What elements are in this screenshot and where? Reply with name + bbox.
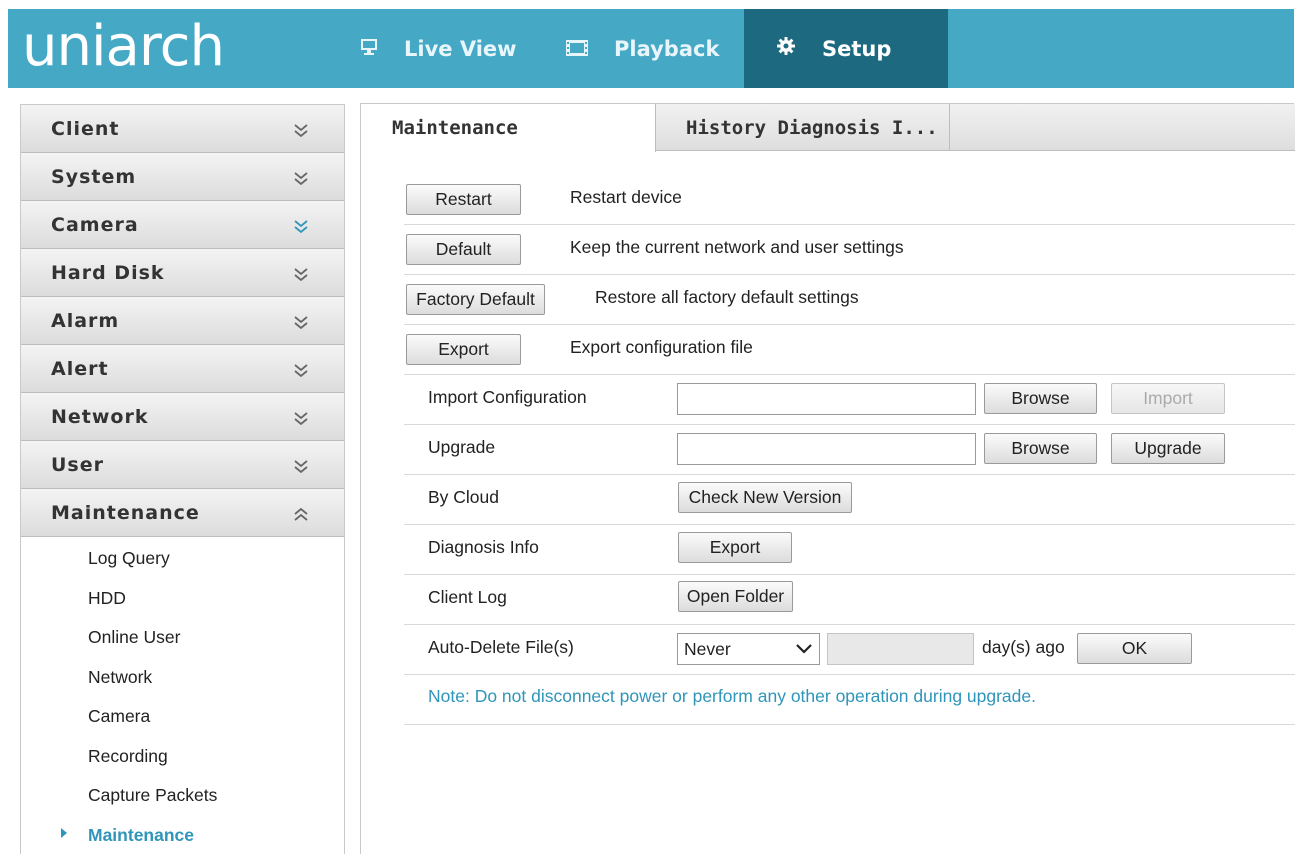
cloud-row: By Cloud Check New Version bbox=[404, 475, 1295, 525]
check-new-version-button[interactable]: Check New Version bbox=[678, 482, 852, 513]
sidebar-item-online-user[interactable]: Online User bbox=[21, 618, 344, 658]
tab-bar: Maintenance History Diagnosis I... bbox=[361, 104, 1295, 152]
tab-history-diagnosis[interactable]: History Diagnosis I... bbox=[656, 104, 950, 151]
sidebar-section-alert[interactable]: Alert bbox=[21, 345, 344, 393]
section-label: Client bbox=[51, 118, 120, 140]
section-label: Maintenance bbox=[51, 502, 200, 524]
factory-default-row: Factory Default Restore all factory defa… bbox=[404, 275, 1295, 325]
sidebar-item-network[interactable]: Network bbox=[21, 658, 344, 698]
chevron-down-icon bbox=[294, 364, 308, 378]
sidebar-item-log-query[interactable]: Log Query bbox=[21, 539, 344, 579]
chevron-down-icon bbox=[294, 172, 308, 186]
sidebar-item-hdd[interactable]: HDD bbox=[21, 579, 344, 619]
factory-default-button[interactable]: Factory Default bbox=[406, 284, 545, 315]
open-folder-button[interactable]: Open Folder bbox=[678, 581, 793, 612]
diagnosis-label: Diagnosis Info bbox=[428, 537, 539, 557]
nav-playback-label: Playback bbox=[614, 36, 720, 61]
gear-icon bbox=[776, 36, 796, 61]
import-browse-button[interactable]: Browse bbox=[984, 383, 1097, 414]
auto-delete-row: Auto-Delete File(s) Never day(s) ago OK bbox=[404, 625, 1295, 675]
default-button[interactable]: Default bbox=[406, 234, 521, 265]
main-panel: Maintenance History Diagnosis I... Resta… bbox=[360, 103, 1295, 854]
diagnosis-export-button[interactable]: Export bbox=[678, 532, 792, 563]
caret-right-icon bbox=[61, 827, 67, 838]
uniarch-logo: uniarch bbox=[22, 14, 225, 79]
section-label: Network bbox=[51, 406, 149, 428]
setup-sidebar: Client System Camera Hard Disk Alarm Ale… bbox=[20, 104, 345, 854]
auto-delete-label: Auto-Delete File(s) bbox=[428, 637, 574, 657]
sidebar-section-user[interactable]: User bbox=[21, 441, 344, 489]
sidebar-section-network[interactable]: Network bbox=[21, 393, 344, 441]
auto-delete-days-input[interactable] bbox=[827, 633, 974, 665]
film-icon bbox=[566, 37, 588, 61]
section-label: Alert bbox=[51, 358, 109, 380]
section-label: Camera bbox=[51, 214, 139, 236]
section-label: Hard Disk bbox=[51, 262, 165, 284]
auto-delete-select[interactable]: Never bbox=[677, 633, 820, 665]
sidebar-item-camera[interactable]: Camera bbox=[21, 697, 344, 737]
upgrade-browse-button[interactable]: Browse bbox=[984, 433, 1097, 464]
factory-default-description: Restore all factory default settings bbox=[595, 287, 859, 307]
nav-playback[interactable]: Playback bbox=[566, 9, 719, 88]
upgrade-label: Upgrade bbox=[428, 437, 496, 457]
import-config-label: Import Configuration bbox=[428, 387, 587, 407]
chevron-down-icon bbox=[294, 268, 308, 282]
nav-live-view-label: Live View bbox=[404, 36, 517, 61]
auto-delete-selected: Never bbox=[684, 638, 731, 659]
restart-button[interactable]: Restart bbox=[406, 184, 521, 215]
days-ago-label: day(s) ago bbox=[982, 637, 1065, 657]
auto-delete-ok-button[interactable]: OK bbox=[1077, 633, 1192, 664]
chevron-down-icon bbox=[796, 644, 812, 654]
chevron-down-icon bbox=[294, 316, 308, 330]
export-description: Export configuration file bbox=[570, 337, 753, 357]
tab-maintenance[interactable]: Maintenance bbox=[361, 104, 656, 152]
chevron-down-icon bbox=[294, 124, 308, 138]
nav-live-view[interactable]: Live View bbox=[360, 9, 517, 88]
default-description: Keep the current network and user settin… bbox=[570, 237, 904, 257]
export-row: Export Export configuration file bbox=[404, 325, 1295, 375]
export-config-button[interactable]: Export bbox=[406, 334, 521, 365]
chevron-down-icon bbox=[294, 412, 308, 426]
default-row: Default Keep the current network and use… bbox=[404, 225, 1295, 275]
restart-description: Restart device bbox=[570, 187, 682, 207]
client-log-row: Client Log Open Folder bbox=[404, 575, 1295, 625]
section-label: User bbox=[51, 454, 104, 476]
sidebar-section-alarm[interactable]: Alarm bbox=[21, 297, 344, 345]
maintenance-submenu: Log Query HDD Online User Network Camera… bbox=[21, 537, 344, 854]
chevron-down-icon bbox=[294, 220, 308, 234]
upgrade-button[interactable]: Upgrade bbox=[1111, 433, 1225, 464]
cloud-label: By Cloud bbox=[428, 487, 500, 507]
chevron-down-icon bbox=[294, 460, 308, 474]
sidebar-section-hard-disk[interactable]: Hard Disk bbox=[21, 249, 344, 297]
top-navigation-bar: uniarch Live View Playback Setup bbox=[8, 9, 1294, 88]
monitor-icon bbox=[360, 37, 378, 61]
chevron-up-icon bbox=[294, 507, 308, 521]
import-config-path-input[interactable] bbox=[677, 383, 976, 415]
client-log-label: Client Log bbox=[428, 587, 507, 607]
upgrade-row: Upgrade Browse Upgrade bbox=[404, 425, 1295, 475]
section-label: Alarm bbox=[51, 310, 120, 332]
nav-setup-label: Setup bbox=[822, 36, 892, 61]
import-config-row: Import Configuration Browse Import bbox=[404, 375, 1295, 425]
import-button[interactable]: Import bbox=[1111, 383, 1225, 414]
sidebar-section-camera[interactable]: Camera bbox=[21, 201, 344, 249]
sidebar-item-label: Maintenance bbox=[88, 824, 194, 845]
upgrade-path-input[interactable] bbox=[677, 433, 976, 465]
diagnosis-row: Diagnosis Info Export bbox=[404, 525, 1295, 575]
sidebar-section-client[interactable]: Client bbox=[21, 105, 344, 153]
nav-setup[interactable]: Setup bbox=[744, 9, 948, 88]
section-label: System bbox=[51, 166, 137, 188]
restart-row: Restart Restart device bbox=[404, 175, 1295, 225]
sidebar-item-capture-packets[interactable]: Capture Packets bbox=[21, 776, 344, 816]
sidebar-item-recording[interactable]: Recording bbox=[21, 737, 344, 777]
upgrade-warning-note: Note: Do not disconnect power or perform… bbox=[428, 686, 1036, 706]
sidebar-item-maintenance[interactable]: Maintenance bbox=[21, 816, 344, 854]
sidebar-section-maintenance[interactable]: Maintenance bbox=[21, 489, 344, 537]
sidebar-section-system[interactable]: System bbox=[21, 153, 344, 201]
